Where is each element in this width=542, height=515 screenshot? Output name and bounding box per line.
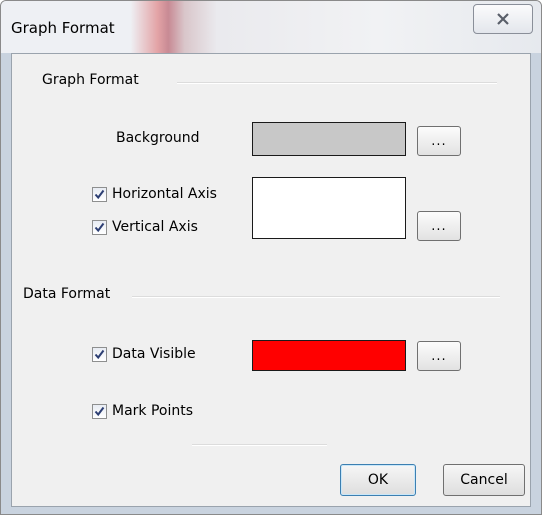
checkmark-icon xyxy=(94,189,105,199)
close-button[interactable] xyxy=(473,4,533,34)
dialog-body: Graph Format Background ... Horizontal A… xyxy=(11,53,531,507)
close-icon xyxy=(497,13,509,25)
data-color-button[interactable]: ... xyxy=(417,341,461,371)
horizontal-axis-label: Horizontal Axis xyxy=(112,186,217,202)
background-color-button[interactable]: ... xyxy=(417,126,461,156)
checkmark-icon xyxy=(94,349,105,359)
graph-format-dialog: Graph Format Graph Format Background ...… xyxy=(0,0,542,515)
axis-color-button[interactable]: ... xyxy=(417,211,461,241)
vertical-axis-label: Vertical Axis xyxy=(112,219,198,235)
data-color-swatch[interactable] xyxy=(252,340,406,371)
vertical-axis-checkbox-row[interactable]: Vertical Axis xyxy=(92,217,198,237)
data-visible-checkbox[interactable] xyxy=(92,346,107,362)
axis-color-swatch[interactable] xyxy=(252,177,406,239)
background-label: Background xyxy=(116,130,200,146)
bottom-divider xyxy=(192,444,327,446)
title-bar[interactable]: Graph Format xyxy=(1,1,541,53)
vertical-axis-checkbox[interactable] xyxy=(92,219,107,235)
checkmark-icon xyxy=(94,222,105,232)
horizontal-axis-checkbox-row[interactable]: Horizontal Axis xyxy=(92,184,217,204)
cancel-button[interactable]: Cancel xyxy=(443,464,525,496)
graph-format-divider xyxy=(177,82,497,84)
graph-format-group-label: Graph Format xyxy=(42,72,139,88)
window-title: Graph Format xyxy=(11,19,115,37)
data-visible-checkbox-row[interactable]: Data Visible xyxy=(92,344,196,364)
mark-points-checkbox[interactable] xyxy=(92,403,107,419)
mark-points-label: Mark Points xyxy=(112,403,194,419)
data-visible-label: Data Visible xyxy=(112,346,196,362)
horizontal-axis-checkbox[interactable] xyxy=(92,186,107,202)
checkmark-icon xyxy=(94,406,105,416)
background-color-swatch[interactable] xyxy=(252,122,406,156)
data-format-group-label: Data Format xyxy=(23,286,111,302)
mark-points-checkbox-row[interactable]: Mark Points xyxy=(92,401,193,421)
data-format-divider xyxy=(132,296,500,298)
ok-button[interactable]: OK xyxy=(340,464,416,496)
